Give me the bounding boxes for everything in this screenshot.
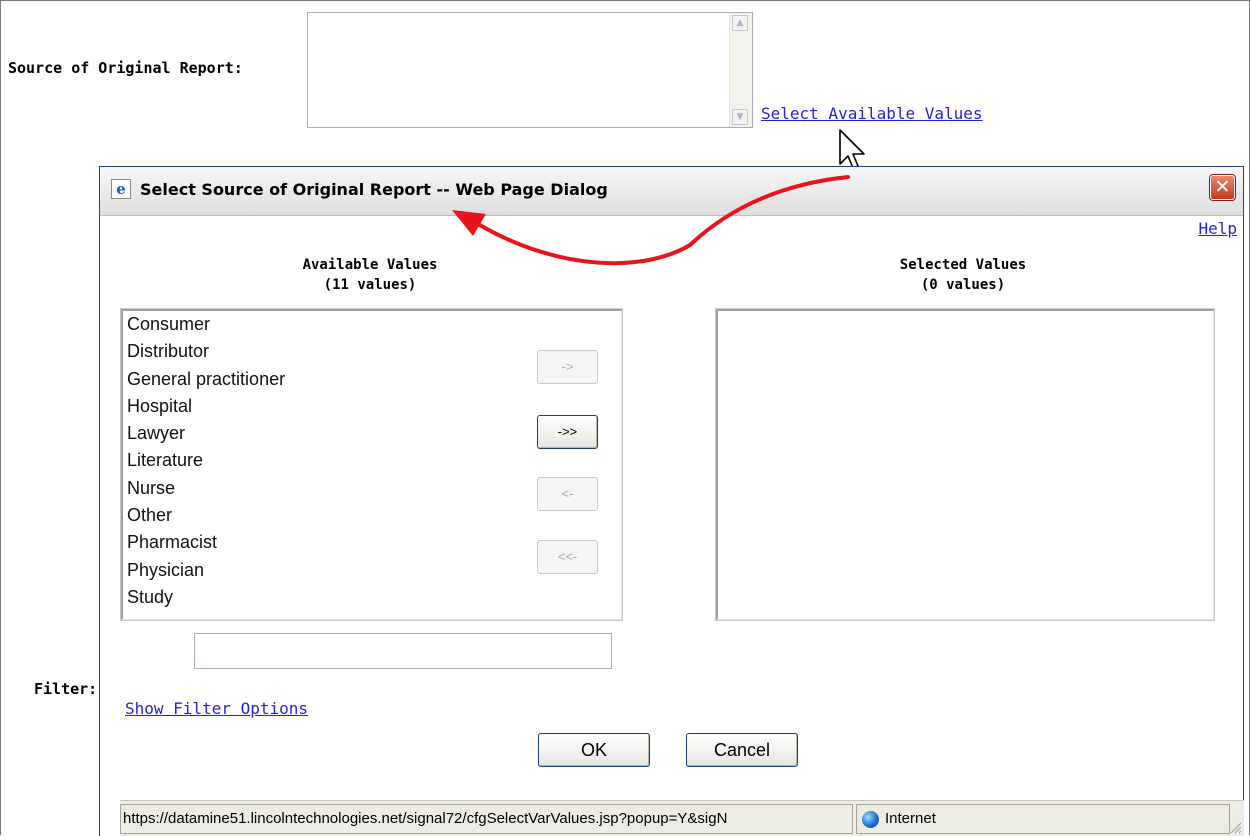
- cancel-button[interactable]: Cancel: [686, 733, 798, 767]
- ok-button[interactable]: OK: [538, 733, 650, 767]
- status-bar: https://datamine51.lincolntechnologies.n…: [120, 800, 1244, 836]
- list-item[interactable]: Consumer: [123, 311, 621, 338]
- move-selected-right-button[interactable]: ->: [537, 350, 598, 384]
- help-link[interactable]: Help: [1198, 219, 1237, 238]
- internet-explorer-icon: e: [111, 179, 131, 199]
- selected-values-title: Selected Values: [899, 257, 1027, 273]
- show-filter-options-link[interactable]: Show Filter Options: [125, 699, 308, 718]
- source-of-original-report-field[interactable]: ▲ ▼: [307, 12, 753, 128]
- available-values-count: (11 values): [323, 277, 417, 293]
- status-url: https://datamine51.lincolntechnologies.n…: [120, 804, 853, 834]
- move-all-right-button[interactable]: ->>: [537, 415, 598, 449]
- zone-label: Internet: [885, 810, 936, 827]
- available-values-heading: Available Values (11 values): [220, 255, 520, 295]
- filter-label: Filter:: [34, 680, 98, 698]
- list-item[interactable]: Study: [123, 584, 621, 611]
- selected-values-heading: Selected Values (0 values): [813, 255, 1113, 295]
- filter-input[interactable]: [194, 633, 612, 669]
- dialog-title: Select Source of Original Report -- Web …: [140, 180, 608, 199]
- scroll-down-icon[interactable]: ▼: [732, 109, 748, 125]
- dialog-titlebar[interactable]: e Select Source of Original Report -- We…: [100, 167, 1243, 216]
- scroll-up-icon[interactable]: ▲: [732, 15, 748, 31]
- list-item[interactable]: Literature: [123, 447, 621, 474]
- resize-grip-icon[interactable]: [1228, 820, 1242, 834]
- selected-values-count: (0 values): [920, 277, 1006, 293]
- globe-icon: [862, 811, 879, 828]
- close-icon[interactable]: ✕: [1209, 174, 1236, 201]
- source-of-original-report-label: Source of Original Report:: [8, 59, 243, 77]
- security-zone: Internet: [856, 804, 1230, 834]
- move-all-left-button[interactable]: <<-: [537, 540, 598, 574]
- selected-values-list[interactable]: [715, 308, 1215, 621]
- source-field-scrollbar[interactable]: ▲ ▼: [729, 13, 752, 127]
- select-available-values-link[interactable]: Select Available Values: [761, 104, 983, 123]
- move-selected-left-button[interactable]: <-: [537, 477, 598, 511]
- available-values-title: Available Values: [302, 257, 438, 273]
